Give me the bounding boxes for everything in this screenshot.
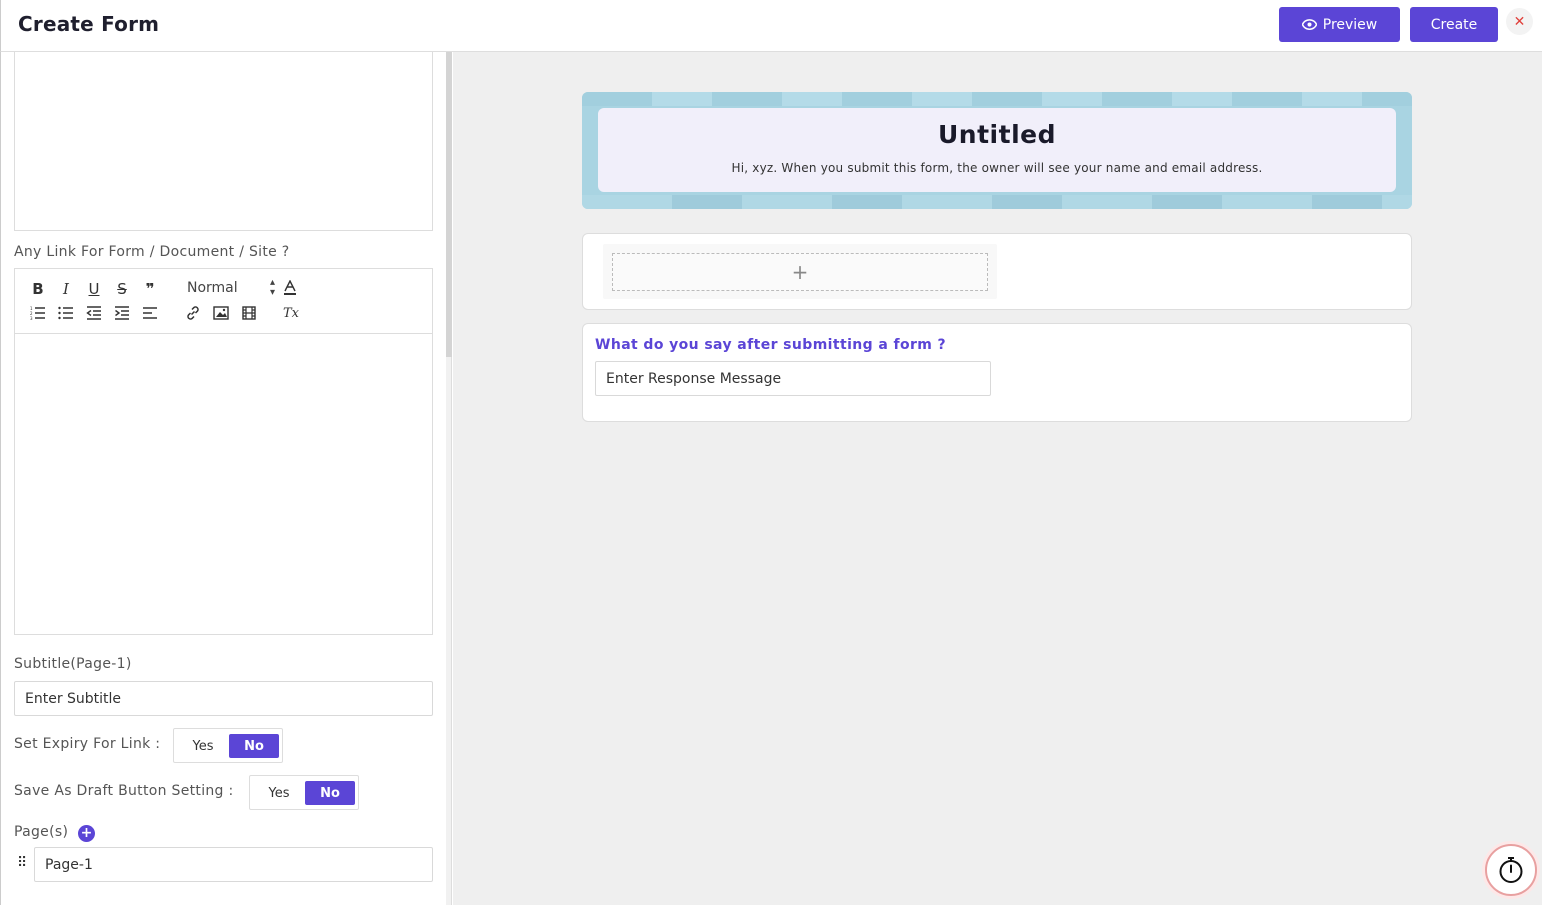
svg-text:3: 3 [30, 316, 33, 320]
image-icon[interactable] [210, 304, 232, 322]
video-icon[interactable] [238, 304, 260, 322]
page-name-value: Page-1 [45, 856, 93, 873]
form-header-card[interactable]: Untitled Hi, xyz. When you submit this f… [598, 108, 1396, 192]
page-title: Create Form [18, 12, 160, 36]
create-button[interactable]: Create [1410, 7, 1498, 42]
expiry-no-option[interactable]: No [229, 734, 279, 758]
format-select-value: Normal [187, 280, 238, 296]
subtitle-input[interactable]: Enter Subtitle [14, 681, 433, 716]
italic-icon[interactable]: I [55, 280, 77, 298]
ordered-list-icon[interactable]: 123 [27, 304, 49, 322]
plus-icon: + [791, 260, 809, 284]
scrollbar-thumb[interactable] [446, 52, 452, 357]
eye-icon [1301, 19, 1317, 30]
create-label: Create [1430, 16, 1478, 33]
clear-format-icon[interactable]: Tx [280, 304, 302, 322]
banner-pattern [582, 195, 1412, 209]
form-description: Hi, xyz. When you submit this form, the … [731, 161, 1263, 175]
response-message-input[interactable]: Enter Response Message [595, 361, 991, 396]
timer-button[interactable] [1485, 844, 1537, 896]
close-icon: ✕ [1513, 13, 1526, 30]
top-bar: Create Form Preview Create ✕ [0, 0, 1542, 52]
underline-icon[interactable]: U [83, 280, 105, 298]
link-label: Any Link For Form / Document / Site ? [14, 244, 290, 260]
strikethrough-icon[interactable]: S [111, 280, 133, 298]
draft-yes-option[interactable]: Yes [254, 782, 304, 804]
subtitle-label: Subtitle(Page-1) [14, 656, 132, 672]
add-field-button[interactable]: + [612, 253, 988, 291]
draft-label: Save As Draft Button Setting : [14, 783, 234, 799]
bold-icon[interactable]: B [27, 280, 49, 298]
response-placeholder: Enter Response Message [606, 370, 782, 387]
stopwatch-icon [1499, 857, 1523, 883]
editor-toolbar: B I U S ❞ Normal ▴ ▾ 123 Tx [14, 268, 433, 334]
select-arrows-icon: ▴ ▾ [269, 277, 275, 298]
expiry-toggle: Yes No [173, 728, 283, 763]
drag-handle-icon[interactable]: ⠿ [17, 855, 27, 871]
expiry-label: Set Expiry For Link : [14, 736, 161, 752]
link-icon[interactable] [182, 304, 204, 322]
align-icon[interactable] [139, 304, 161, 322]
banner-pattern [582, 92, 1412, 106]
pages-label: Page(s) [14, 824, 69, 840]
form-title: Untitled [938, 120, 1056, 149]
page-name-input[interactable]: Page-1 [34, 847, 433, 882]
blockquote-icon[interactable]: ❞ [139, 280, 161, 298]
preview-button[interactable]: Preview [1279, 7, 1400, 42]
subtitle-placeholder: Enter Subtitle [25, 690, 122, 707]
expiry-yes-option[interactable]: Yes [178, 735, 228, 757]
close-button[interactable]: ✕ [1506, 8, 1533, 35]
description-editor-body[interactable] [14, 52, 433, 231]
link-editor-body[interactable] [14, 333, 433, 635]
draft-no-option[interactable]: No [305, 781, 355, 805]
outdent-icon[interactable] [83, 304, 105, 322]
response-question-label: What do you say after submitting a form … [595, 337, 947, 353]
preview-label: Preview [1322, 16, 1378, 33]
bullet-list-icon[interactable] [55, 304, 77, 322]
format-select[interactable]: Normal ▴ ▾ [187, 277, 275, 298]
draft-toggle: Yes No [249, 775, 359, 810]
add-page-button[interactable]: + [78, 825, 95, 842]
font-color-icon[interactable] [279, 279, 301, 297]
indent-icon[interactable] [111, 304, 133, 322]
